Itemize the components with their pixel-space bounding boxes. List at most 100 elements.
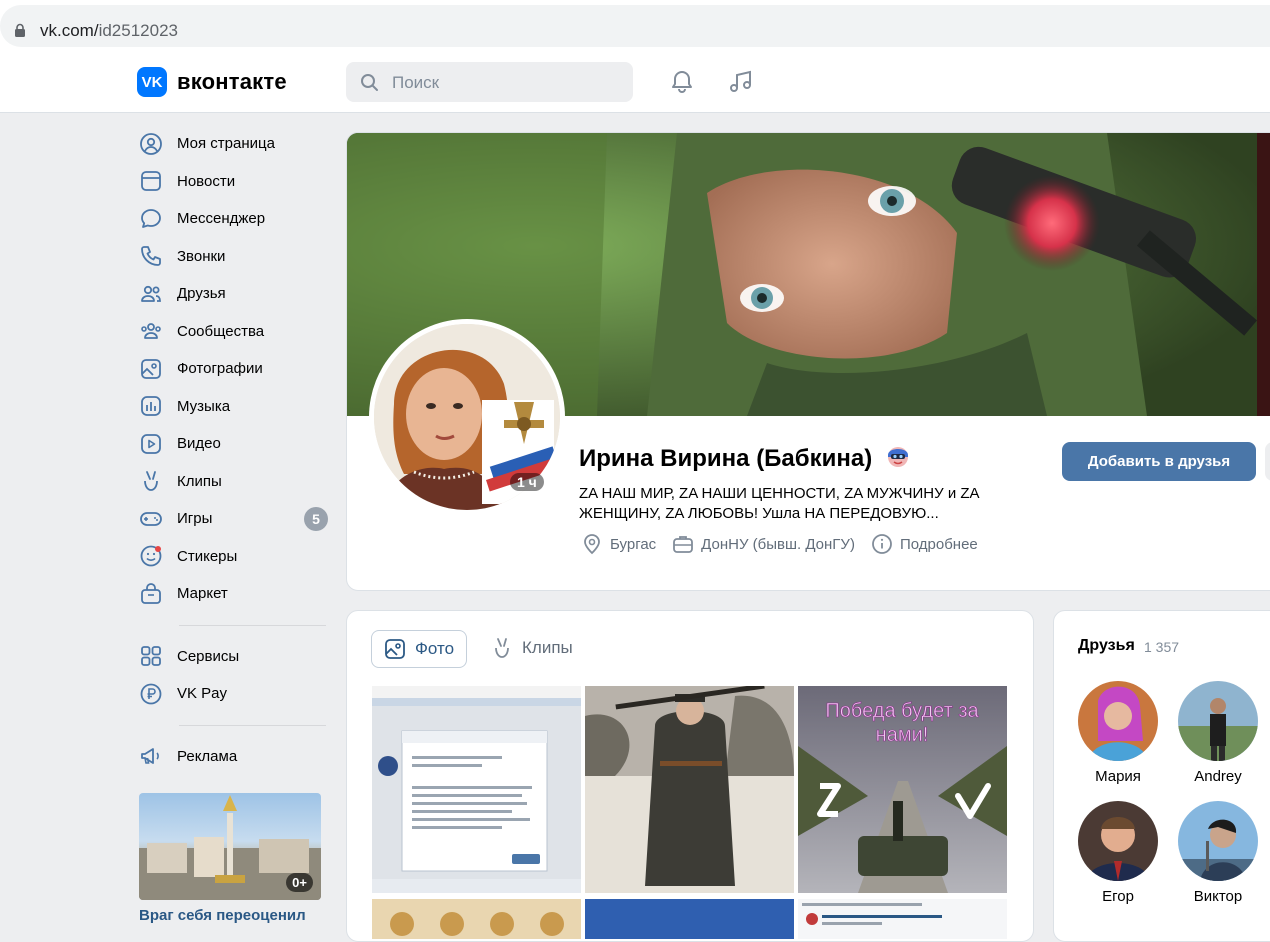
more-label: Подробнее [899,535,978,553]
sidebar-item-music[interactable]: Музыка [139,388,329,426]
photo-thumb-1[interactable] [372,686,581,893]
logo-text: вконтакте [177,69,287,94]
add-friend-button[interactable]: Добавить в друзья [1062,442,1256,481]
clips-icon [139,469,163,493]
promo-title-link[interactable]: Враг себя переоценил [139,907,306,924]
tab-photos-label: Фото [415,639,455,658]
profile-meta: Бургас ДонНУ (бывш. ДонГУ) Подробнее [581,533,994,555]
sidebar-item-stickers[interactable]: Стикеры [139,538,329,576]
search-input[interactable] [390,70,624,96]
clips-tab-icon [495,638,509,658]
message-icon [139,207,163,231]
profile-university[interactable]: ДонНУ (бывш. ДонГУ) [672,533,855,555]
gamepad-icon [139,507,163,531]
sidebar-item-friends[interactable]: Друзья [139,275,329,313]
sidebar-item-video[interactable]: Видео [139,425,329,463]
photo-4-icons [372,899,581,939]
url-path: id2512023 [98,21,178,40]
friend-name: Andrey [1194,768,1242,785]
photo-thumb-6[interactable] [798,899,1007,939]
sticker-icon [139,544,163,568]
community-icon [139,319,163,343]
sidebar-item-calls[interactable]: Звонки [139,238,329,276]
sidebar-item-label: Реклама [177,747,238,765]
photo-thumb-2[interactable] [585,686,794,893]
sidebar-divider [179,724,326,726]
bell-icon[interactable] [668,68,696,96]
sidebar-item-label: Мессенджер [177,210,266,228]
vk-logo[interactable]: VK вконтакте [137,67,287,97]
photo-2-soldier [585,686,794,893]
promo-image[interactable]: 0+ [139,793,321,900]
url-host: vk.com/ [40,21,99,40]
sidebar-item-label: Музыка [177,397,231,415]
avatar-emoji-icon [887,447,908,467]
friends-title[interactable]: Друзья [1078,637,1135,655]
friend-avatar [1178,681,1258,761]
sidebar-item-label: Сервисы [177,647,240,665]
sidebar-item-label: Новости [177,172,236,190]
photo-thumb-5[interactable] [585,899,794,939]
friend-item[interactable]: Виктор [1168,801,1268,905]
sidebar-item-clips[interactable]: Клипы [139,463,329,501]
sidebar-item-ads[interactable]: Реклама [139,738,329,776]
profile-more-link[interactable]: Подробнее [871,533,978,555]
photo-thumb-4[interactable] [372,899,581,939]
friends-card: Друзья 1 357 Мария Andrey Егор Виктор [1053,610,1270,942]
friend-avatar [1078,681,1158,761]
friend-name: Виктор [1193,888,1243,905]
tab-clips[interactable]: Клипы [485,630,579,666]
sidebar-item-label: Маркет [177,585,228,603]
profile-name: Ирина Вирина (Бабкина) [579,443,911,473]
video-icon [139,432,163,456]
sidebar-item-news[interactable]: Новости [139,163,329,201]
sidebar-item-games[interactable]: Игры 5 [139,500,329,538]
friends-count: 1 357 [1144,639,1180,655]
photo-5-sky [585,899,794,939]
sidebar-item-label: Сообщества [177,322,265,340]
sidebar-item-market[interactable]: Маркет [139,575,329,613]
profile-card: 1 ч Ирина Вирина (Бабкина) ZA НАШ МИР, Z… [346,132,1270,591]
friend-item[interactable]: Мария [1068,681,1168,785]
sidebar-item-label: Друзья [177,285,226,303]
vkpay-icon [139,682,163,706]
news-icon [139,169,163,193]
sidebar-item-communities[interactable]: Сообщества [139,313,329,351]
sidebar-item-messenger[interactable]: Мессенджер [139,200,329,238]
profile-status: ZA НАШ МИР, ZA НАШИ ЦЕННОСТИ, ZA МУЖЧИНУ… [579,485,979,522]
photo-thumb-3[interactable]: Победа будет за нами! [798,686,1007,893]
tab-photos[interactable]: Фото [371,630,468,668]
photo-tab-icon [385,639,405,659]
user-circle-icon [139,132,163,156]
sidebar-item-label: Звонки [177,247,226,265]
sidebar-item-services[interactable]: Сервисы [139,638,329,676]
services-icon [139,644,163,668]
music-note-icon[interactable] [727,68,755,96]
market-icon [139,582,163,606]
photo-icon [139,357,163,381]
friend-avatar [1078,801,1158,881]
search-icon [361,74,378,91]
friend-item[interactable]: Andrey [1168,681,1268,785]
friend-avatar [1178,801,1258,881]
megaphone-icon [139,744,163,768]
info-icon [872,534,892,554]
photo-3-caption-line-1: Победа будет за [825,700,979,722]
profile-more-button[interactable] [1265,442,1270,481]
sidebar-item-photos[interactable]: Фотографии [139,350,329,388]
address-bar[interactable]: vk.com/id2512023 [0,5,1270,47]
photo-6-screenshot [798,899,1007,939]
sidebar-item-label: VK Pay [177,685,228,703]
avatar-online-time: 1 ч [510,473,544,491]
profile-city[interactable]: Бургас [581,533,656,555]
lock-icon [15,23,25,37]
photo-1-screenshot [372,686,581,893]
sidebar-item-my-page[interactable]: Моя страница [139,125,329,163]
phone-icon [139,244,163,268]
search-box[interactable] [346,62,633,102]
music-icon [139,394,163,418]
browser-toolbar: vk.com/id2512023 [0,0,1270,52]
friend-item[interactable]: Егор [1068,801,1168,905]
tab-clips-label: Клипы [522,638,573,657]
sidebar-item-vkpay[interactable]: VK Pay [139,675,329,713]
